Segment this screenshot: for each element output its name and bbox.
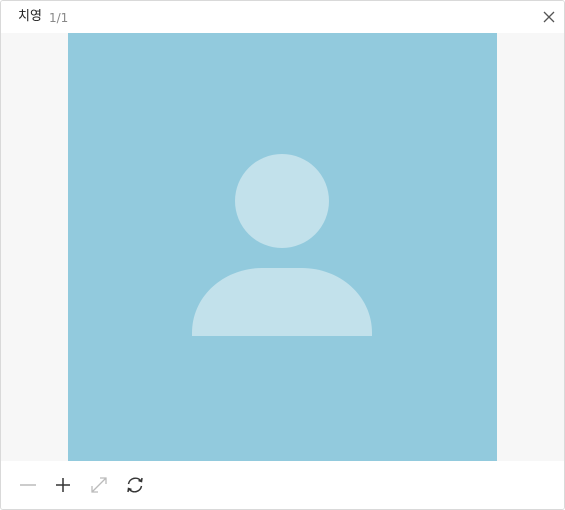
viewer-toolbar	[1, 461, 564, 509]
image-stage	[1, 33, 564, 461]
fit-button[interactable]	[88, 474, 110, 496]
plus-icon	[56, 478, 70, 492]
zoom-in-button[interactable]	[52, 474, 74, 496]
avatar-placeholder-icon	[192, 154, 372, 336]
image-counter: 1/1	[49, 11, 69, 25]
image-viewer-window: 치영 1/1	[0, 0, 565, 510]
sender-name: 치영	[18, 9, 42, 24]
minus-icon	[20, 484, 36, 486]
close-icon[interactable]	[540, 8, 558, 26]
rotate-button[interactable]	[124, 474, 146, 496]
profile-image	[68, 33, 497, 461]
viewer-header: 치영 1/1	[1, 1, 564, 33]
zoom-out-button[interactable]	[17, 474, 39, 496]
expand-icon	[91, 477, 107, 493]
rotate-icon	[127, 477, 143, 493]
